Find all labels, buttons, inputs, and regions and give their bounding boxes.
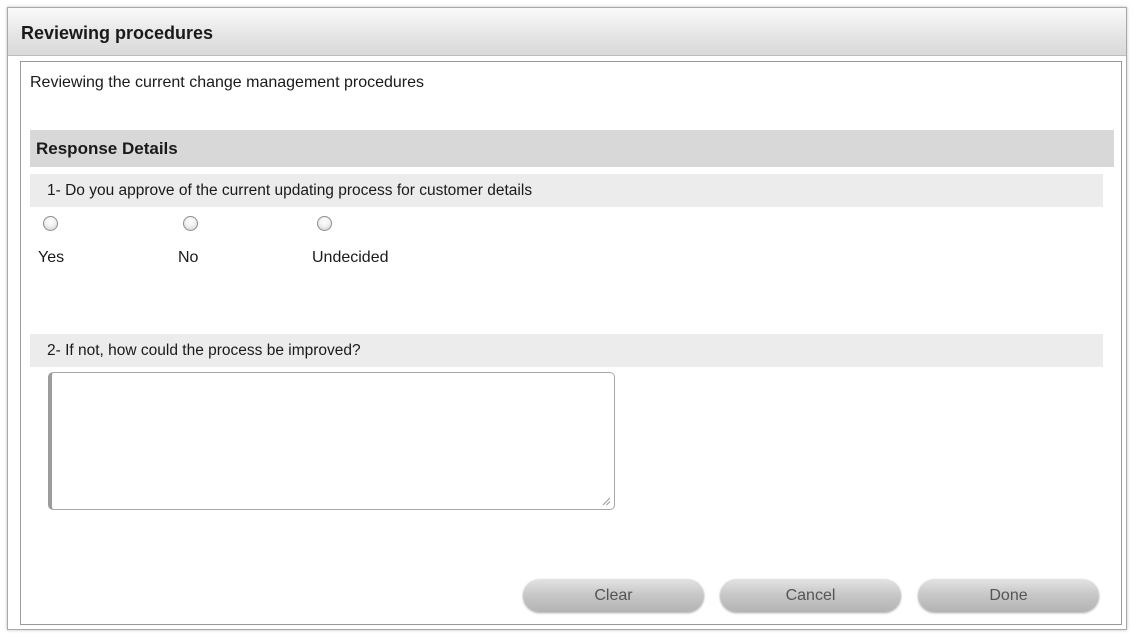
radio-icon[interactable] [317,216,332,231]
response-details-title: Response Details [36,139,178,158]
radio-label-no: No [178,249,199,266]
dialog-titlebar: Reviewing procedures [8,8,1126,56]
radio-icon[interactable] [43,216,58,231]
question-1-bar: 1- Do you approve of the current updatin… [30,174,1103,207]
radio-option-yes[interactable]: Yes [38,216,158,268]
clear-button-label: Clear [594,587,633,604]
response-details-header: Response Details [30,130,1114,167]
cancel-button[interactable]: Cancel [720,579,901,612]
radio-label-undecided: Undecided [312,249,389,266]
radio-icon[interactable] [183,216,198,231]
done-button-label: Done [989,587,1028,604]
cancel-button-label: Cancel [785,587,836,604]
dialog-window: Reviewing procedures Reviewing the curre… [7,7,1127,630]
question-2-text: 2- If not, how could the process be impr… [47,342,361,359]
done-button[interactable]: Done [918,579,1099,612]
radio-option-undecided[interactable]: Undecided [312,216,432,268]
dialog-title: Reviewing procedures [21,23,214,43]
resize-grip-icon[interactable] [601,496,611,506]
clear-button[interactable]: Clear [523,579,704,612]
question-1-text: 1- Do you approve of the current updatin… [47,182,533,199]
radio-option-no[interactable]: No [178,216,298,268]
radio-label-yes: Yes [38,249,65,266]
improvement-textarea-wrapper [48,372,615,510]
dialog-content: Reviewing the current change management … [20,61,1122,625]
question-2-bar: 2- If not, how could the process be impr… [30,334,1103,367]
dialog-description: Reviewing the current change management … [30,74,425,91]
improvement-textarea[interactable] [52,373,614,509]
